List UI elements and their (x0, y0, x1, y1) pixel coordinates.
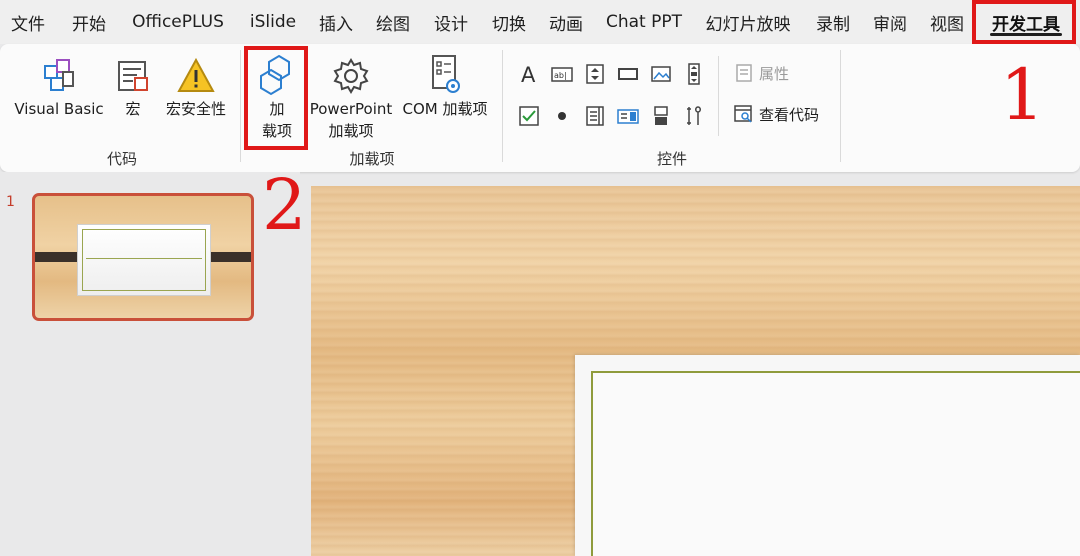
com-addins-icon (425, 50, 465, 96)
slide-number: 1 (6, 194, 15, 210)
view-code-label: 查看代码 (759, 105, 820, 124)
group-separator (718, 56, 719, 136)
tab-file[interactable]: 文件 (0, 0, 56, 44)
properties-button[interactable]: 属性 (733, 62, 789, 84)
svg-text:A: A (521, 63, 536, 85)
tab-review[interactable]: 审阅 (862, 0, 918, 44)
view-code-button[interactable]: 查看代码 (733, 103, 819, 125)
group-separator (840, 50, 841, 162)
tab-design[interactable]: 设计 (422, 0, 480, 44)
group-label-code: 代码 (106, 150, 137, 168)
macro-security-button[interactable]: 宏安全性 (160, 50, 232, 120)
more-controls-icon[interactable] (682, 104, 706, 128)
properties-icon (733, 62, 755, 84)
radio-control-icon[interactable] (550, 104, 574, 128)
tab-islide[interactable]: iSlide (238, 0, 308, 44)
toggle-control-icon[interactable] (649, 104, 673, 128)
spin-control-icon[interactable] (583, 62, 607, 86)
tab-animations[interactable]: 动画 (538, 0, 594, 44)
view-code-icon (733, 103, 755, 125)
label-control-icon[interactable]: A (517, 62, 541, 86)
image-control-icon[interactable] (649, 62, 673, 86)
listbox-control-icon[interactable] (583, 104, 607, 128)
tab-view[interactable]: 视图 (918, 0, 976, 44)
gear-icon (331, 50, 371, 96)
visual-basic-button[interactable]: Visual Basic (10, 50, 108, 120)
annotation-step-1: 1 (1000, 54, 1045, 136)
properties-label: 属性 (759, 64, 790, 83)
slide-thumbnail[interactable] (32, 193, 254, 321)
visual-basic-icon (39, 50, 79, 96)
highlight-addins-button (244, 46, 308, 150)
combobox-control-icon[interactable] (616, 104, 640, 128)
tab-draw[interactable]: 绘图 (364, 0, 422, 44)
powerpoint-addins-button[interactable]: PowerPoint 加载项 (306, 50, 396, 142)
macro-icon (113, 50, 153, 96)
checkbox-control-icon[interactable] (517, 104, 541, 128)
slide-paper-border (591, 371, 1080, 556)
warning-icon (176, 50, 216, 96)
tab-home[interactable]: 开始 (56, 0, 122, 44)
button-control-icon[interactable] (616, 62, 640, 86)
powerpoint-addins-label: PowerPoint 加载项 (309, 100, 393, 140)
macro-label: 宏 (125, 100, 141, 118)
group-label-addins: 加载项 (349, 150, 395, 168)
ribbon: Visual Basic 宏 宏安全性 代码 加 载项 PowerPoint 加… (0, 44, 1080, 172)
textbox-control-icon[interactable]: ab| (550, 62, 574, 86)
group-separator (240, 50, 241, 162)
slide-paper-card[interactable] (575, 355, 1080, 556)
annotation-step-2: 2 (262, 164, 307, 246)
menu-bar: 文件 开始 OfficePLUS iSlide 插入 绘图 设计 切换 动画 C… (0, 0, 1080, 44)
tab-transitions[interactable]: 切换 (480, 0, 538, 44)
thumbnail-card-line (86, 258, 202, 259)
tab-record[interactable]: 录制 (806, 0, 860, 44)
tab-chat-ppt[interactable]: Chat PPT (596, 0, 692, 44)
highlight-developer-tab (972, 0, 1076, 44)
tab-officeplus[interactable]: OfficePLUS (122, 0, 234, 44)
thumbnail-card (77, 224, 211, 296)
group-label-controls: 控件 (656, 150, 687, 168)
com-addins-button[interactable]: COM 加载项 (398, 50, 492, 120)
visual-basic-label: Visual Basic (14, 100, 104, 118)
com-addins-label: COM 加载项 (402, 100, 488, 118)
svg-text:ab|: ab| (554, 71, 567, 80)
thumbnail-card-border (82, 229, 206, 291)
group-separator (502, 50, 503, 162)
macro-button[interactable]: 宏 (110, 50, 156, 120)
macro-security-label: 宏安全性 (165, 100, 226, 118)
tab-slideshow[interactable]: 幻灯片放映 (692, 0, 804, 44)
tab-insert[interactable]: 插入 (308, 0, 364, 44)
scrollbar-control-icon[interactable] (682, 62, 706, 86)
